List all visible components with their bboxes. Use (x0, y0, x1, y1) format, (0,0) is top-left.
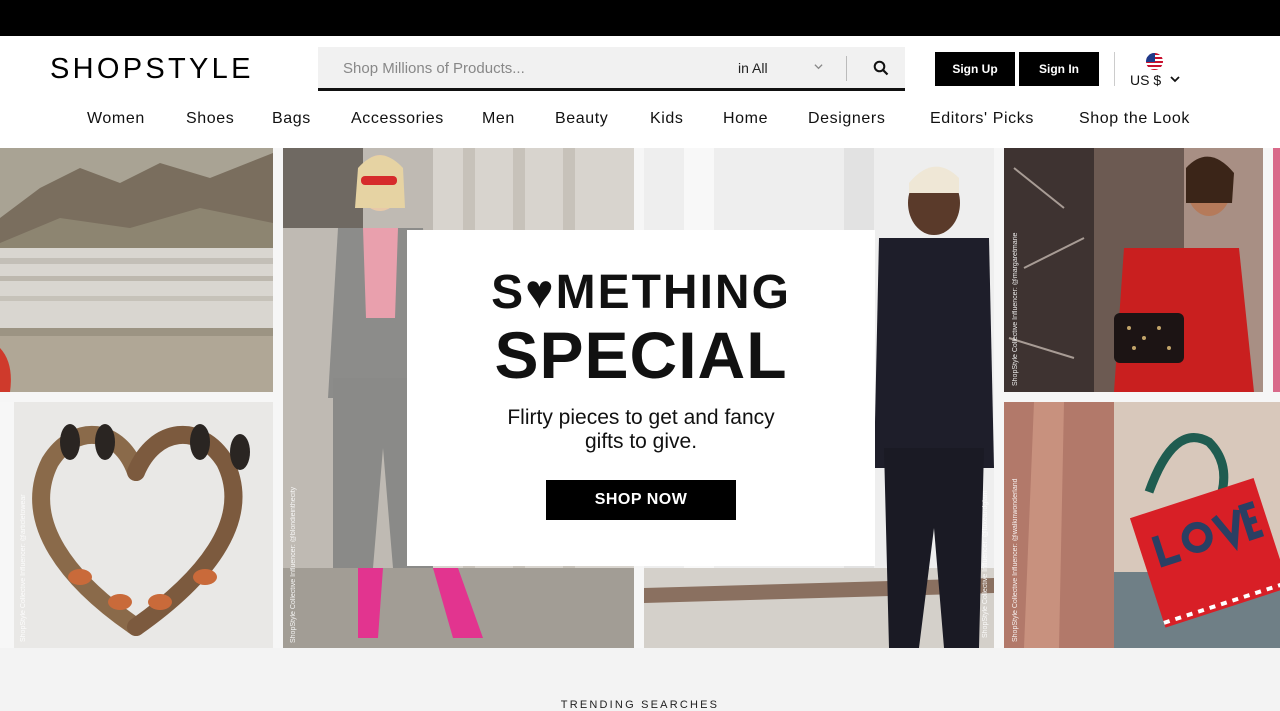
chevron-down-icon (814, 64, 823, 70)
landscape-photo (0, 148, 273, 392)
nav-item-editors-picks[interactable]: Editors' Picks (930, 110, 1034, 128)
hero-image-landscape[interactable] (0, 148, 273, 392)
hero-image-love-bag[interactable]: ShopStyle Collective Influencer: @walkin… (1004, 402, 1280, 648)
hero-banner: ShopStyle Collective Influencer: @articl… (0, 148, 1280, 648)
promo-headline: S♥METHING (491, 266, 791, 319)
sign-in-button[interactable]: Sign In (1019, 52, 1099, 86)
nav-item-accessories[interactable]: Accessories (351, 110, 444, 128)
chevron-down-icon (1170, 76, 1180, 83)
shop-now-button[interactable]: SHOP NOW (546, 480, 736, 520)
nav-item-shoes[interactable]: Shoes (186, 110, 234, 128)
site-header: SHOPSTYLE in All Sign Up Sign In US $ Wo… (0, 36, 1280, 148)
nav-item-men[interactable]: Men (482, 110, 515, 128)
search-input[interactable] (318, 47, 745, 90)
hero-image-red-dress[interactable]: ShopStyle Collective Influencer: @margar… (1004, 148, 1263, 392)
top-bar (0, 0, 1280, 36)
hero-image-shoes[interactable]: ShopStyle Collective Influencer: @articl… (0, 402, 273, 648)
trending-searches-title: TRENDING SEARCHES (560, 699, 720, 711)
search-bar: in All (318, 47, 905, 91)
shopstyle-logo[interactable]: SHOPSTYLE (50, 53, 254, 86)
nav-item-home[interactable]: Home (723, 110, 768, 128)
photo-credit: ShopStyle Collective Influencer: @luxean… (982, 490, 989, 638)
hero-image-edge (1273, 148, 1280, 392)
header-divider (1114, 52, 1115, 86)
locale-selector[interactable]: US $ (1126, 51, 1186, 91)
red-dress-photo (1004, 148, 1263, 392)
photo-credit: ShopStyle Collective Influencer: @articl… (20, 494, 27, 642)
promo-headline-2: SPECIAL (494, 318, 788, 392)
shoes-photo (0, 402, 273, 648)
main-nav: Women Shoes Bags Accessories Men Beauty … (0, 110, 1280, 134)
search-icon (873, 60, 888, 75)
search-scope-select[interactable]: in All (738, 47, 828, 88)
search-button[interactable] (858, 47, 903, 88)
photo-credit: ShopStyle Collective Influencer: @margar… (1012, 232, 1019, 386)
nav-item-kids[interactable]: Kids (650, 110, 684, 128)
promo-subtext: Flirty pieces to get and fancy gifts to … (507, 406, 775, 453)
currency-label: US $ (1130, 72, 1162, 88)
nav-item-bags[interactable]: Bags (272, 110, 311, 128)
love-bag-photo (1004, 402, 1280, 648)
us-flag-icon (1146, 53, 1163, 70)
search-scope-label: in All (738, 60, 768, 76)
photo-credit: ShopStyle Collective Influencer: @walkin… (1012, 478, 1019, 642)
photo-credit: ShopStyle Collective Influencer: @blondi… (290, 486, 297, 643)
nav-item-beauty[interactable]: Beauty (555, 110, 608, 128)
nav-item-shop-the-look[interactable]: Shop the Look (1079, 110, 1190, 128)
nav-item-women[interactable]: Women (87, 110, 145, 128)
promo-card: S♥METHING SPECIAL Flirty pieces to get a… (407, 230, 875, 566)
nav-item-designers[interactable]: Designers (808, 110, 885, 128)
sign-up-button[interactable]: Sign Up (935, 52, 1015, 86)
search-divider (846, 56, 847, 81)
